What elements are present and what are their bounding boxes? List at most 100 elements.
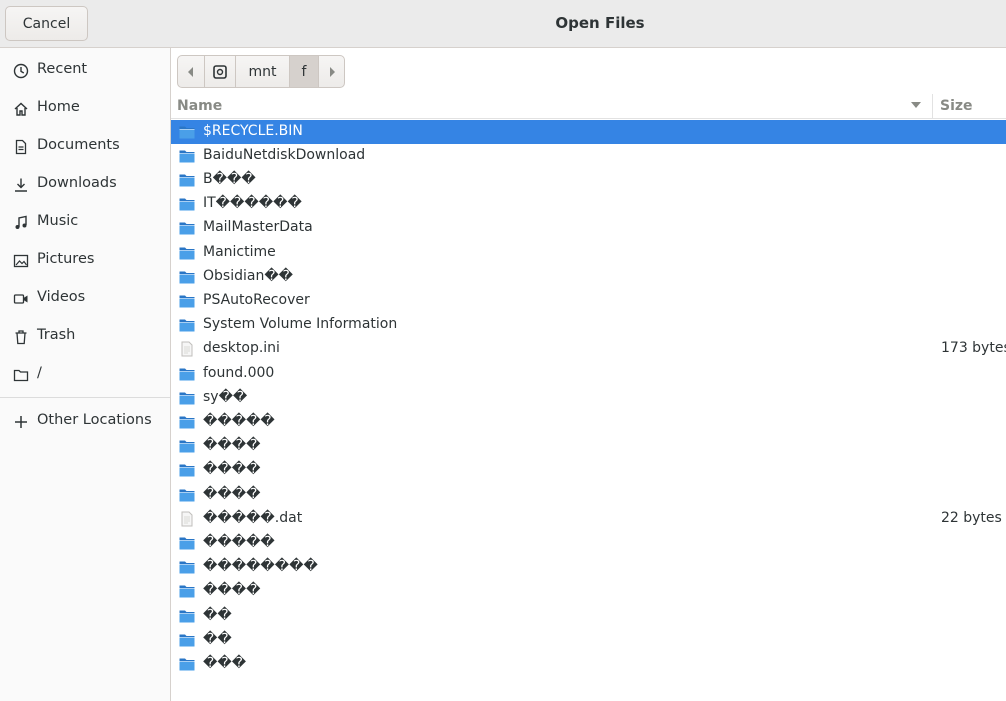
- file-name: sy��: [203, 388, 248, 405]
- sidebar-item-trash[interactable]: Trash: [0, 318, 170, 354]
- folder-icon: [13, 369, 29, 382]
- cancel-button[interactable]: Cancel: [5, 6, 88, 41]
- file-name: ���: [203, 654, 247, 671]
- file-row[interactable]: ����: [171, 579, 1006, 603]
- sidebar-item-recent[interactable]: Recent: [0, 52, 170, 88]
- file-row[interactable]: IT������: [171, 192, 1006, 216]
- sidebar-divider: [0, 397, 170, 398]
- file-row[interactable]: ����: [171, 458, 1006, 482]
- sidebar-item-label: Recent: [37, 61, 88, 77]
- picture-icon: [13, 254, 29, 268]
- file-name: B���: [203, 170, 256, 187]
- file-name: �����: [203, 533, 275, 550]
- folder-icon: [179, 585, 195, 598]
- folder-icon: [179, 222, 195, 235]
- path-forward-button[interactable]: [319, 56, 344, 87]
- column-size-header[interactable]: Size: [940, 98, 973, 114]
- file-list: $RECYCLE.BIN BaiduNetdiskDownload B��� IT��…: [171, 119, 1006, 701]
- file-row[interactable]: ��: [171, 628, 1006, 652]
- folder-icon: [179, 440, 195, 453]
- folder-icon: [179, 610, 195, 622]
- folder-icon: [179, 174, 195, 187]
- sidebar-item-label: Trash: [37, 327, 76, 343]
- folder-icon: [179, 634, 195, 647]
- file-row[interactable]: ����: [171, 434, 1006, 458]
- file-row[interactable]: ����: [171, 483, 1006, 507]
- path-root-button[interactable]: [205, 56, 236, 87]
- file-row[interactable]: ���: [171, 652, 1006, 676]
- file-row[interactable]: System Volume Information: [171, 313, 1006, 337]
- folder-icon: [179, 561, 195, 574]
- sidebar-item-label: Other Locations: [37, 412, 152, 428]
- file-row[interactable]: BaiduNetdiskDownload: [171, 144, 1006, 168]
- path-bar: mnt f: [171, 48, 1006, 94]
- file-name: ����: [203, 437, 261, 454]
- folder-icon: [179, 464, 195, 477]
- file-name: ����: [203, 485, 261, 502]
- file-name: Obsidian��: [203, 267, 294, 284]
- path-back-button[interactable]: [178, 56, 205, 87]
- file-row[interactable]: desktop.ini 173 bytes: [171, 337, 1006, 361]
- sidebar-item-label: Home: [37, 99, 80, 115]
- file-row[interactable]: B���: [171, 168, 1006, 192]
- sidebar-item-videos[interactable]: Videos: [0, 280, 170, 316]
- file-row[interactable]: Manictime: [171, 241, 1006, 265]
- file-row[interactable]: �����: [171, 410, 1006, 434]
- file-name: �����.dat: [203, 509, 303, 526]
- breadcrumb: mnt f: [177, 55, 345, 88]
- file-name: desktop.ini: [203, 340, 280, 357]
- folder-icon: [179, 271, 195, 284]
- file-name: Manictime: [203, 243, 276, 260]
- folder-icon: [179, 537, 195, 550]
- sidebar: Recent Home Documents Downloads Music Pi…: [0, 48, 171, 701]
- sidebar-item-documents[interactable]: Documents: [0, 128, 170, 164]
- sidebar-item-root[interactable]: /: [0, 356, 170, 392]
- sort-descending-icon[interactable]: [911, 102, 921, 108]
- sidebar-item-label: Videos: [37, 289, 86, 305]
- column-divider[interactable]: [932, 94, 933, 119]
- column-name-header[interactable]: Name: [177, 98, 222, 114]
- file-row[interactable]: PSAutoRecover: [171, 289, 1006, 313]
- dialog-title: Open Files: [555, 14, 645, 32]
- path-segment-f[interactable]: f: [290, 56, 319, 87]
- file-row[interactable]: Obsidian��: [171, 265, 1006, 289]
- file-row[interactable]: sy��: [171, 386, 1006, 410]
- file-name: BaiduNetdiskDownload: [203, 146, 366, 163]
- plus-icon: [15, 416, 27, 428]
- folder-icon: [179, 126, 195, 138]
- folder-icon: [179, 198, 195, 211]
- trash-icon: [15, 330, 27, 345]
- column-header: Name Size: [171, 94, 1006, 119]
- file-row[interactable]: $RECYCLE.BIN: [171, 119, 1006, 144]
- clock-icon: [13, 63, 29, 79]
- file-row[interactable]: found.000: [171, 362, 1006, 386]
- file-size: 173 bytes: [941, 340, 1006, 357]
- video-icon: [13, 294, 28, 304]
- folder-icon: [179, 392, 195, 405]
- file-name: PSAutoRecover: [203, 291, 310, 308]
- file-icon: [181, 511, 193, 527]
- path-segment-mnt[interactable]: mnt: [236, 56, 290, 87]
- file-name: System Volume Information: [203, 316, 398, 333]
- sidebar-item-label: Downloads: [37, 175, 117, 191]
- folder-icon: [179, 247, 195, 259]
- file-row[interactable]: ��������: [171, 555, 1006, 579]
- file-row[interactable]: �����.dat 22 bytes: [171, 507, 1006, 531]
- sidebar-item-downloads[interactable]: Downloads: [0, 166, 170, 202]
- sidebar-item-music[interactable]: Music: [0, 204, 170, 240]
- folder-icon: [179, 368, 195, 380]
- sidebar-item-home[interactable]: Home: [0, 90, 170, 126]
- chevron-left-icon: [188, 66, 193, 77]
- header-bar: Cancel Open Files: [0, 0, 1006, 48]
- file-row[interactable]: ��: [171, 604, 1006, 628]
- sidebar-item-label: Music: [37, 213, 79, 229]
- sidebar-item-pictures[interactable]: Pictures: [0, 242, 170, 278]
- file-row[interactable]: MailMasterData: [171, 216, 1006, 240]
- file-row[interactable]: �����: [171, 531, 1006, 555]
- folder-icon: [179, 416, 195, 429]
- music-icon: [15, 215, 27, 229]
- sidebar-item-other-locations[interactable]: Other Locations: [0, 403, 170, 439]
- folder-icon: [179, 319, 195, 332]
- download-icon: [15, 178, 27, 192]
- file-name: $RECYCLE.BIN: [203, 122, 303, 139]
